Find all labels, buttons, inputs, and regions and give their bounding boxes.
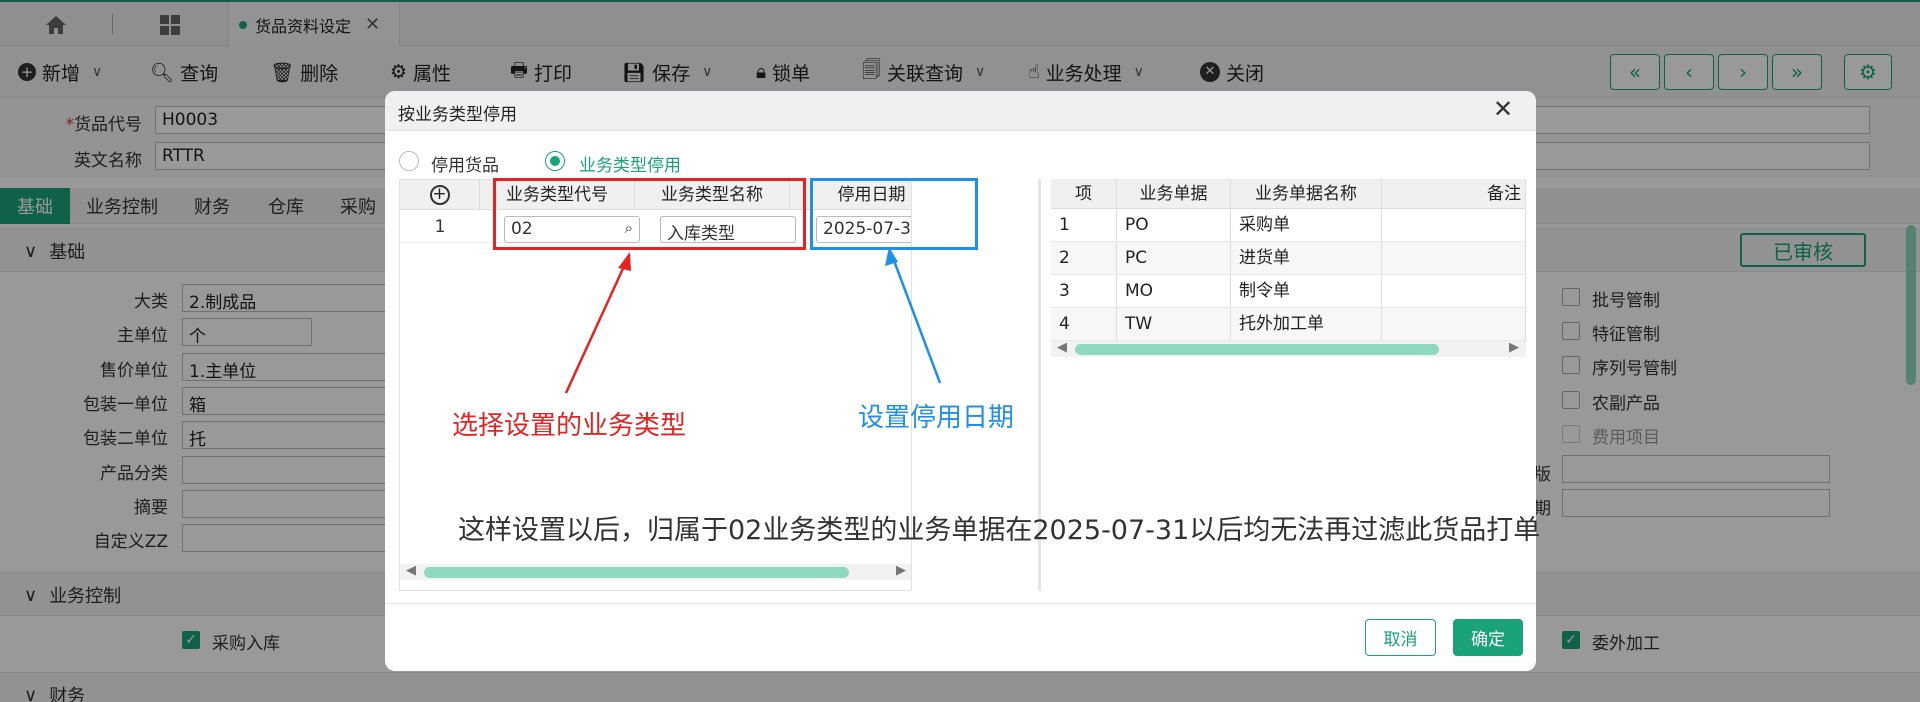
annotation-blue-text: 设置停用日期 bbox=[858, 403, 1015, 433]
annotation-arrows bbox=[564, 247, 942, 394]
arrow-red-line bbox=[564, 261, 628, 394]
annotation-note: 这样设置以后，归属于02业务类型的业务单据在2025-07-31以后均无法再过滤… bbox=[458, 515, 1541, 546]
arrow-red-head bbox=[618, 252, 631, 271]
arrow-blue-line bbox=[891, 257, 942, 384]
annotation-red-text: 选择设置的业务类型 bbox=[452, 411, 687, 441]
